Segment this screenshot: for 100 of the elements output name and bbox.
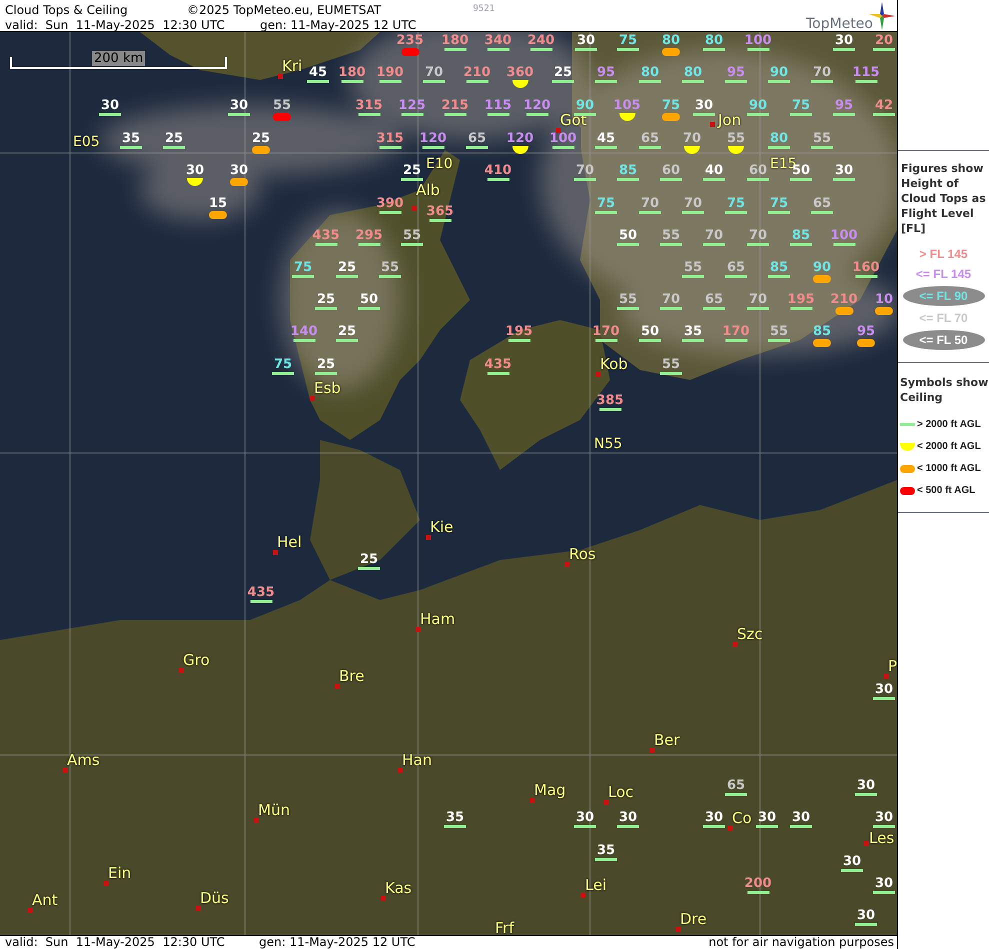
city-label: Mag [534,782,566,799]
legend-heading: Figures show Height of Cloud Tops as Flight Level [FL] [901,161,986,236]
cloud-top-value: 85 [792,228,810,243]
cloud-top-value: 30 [842,854,862,869]
cloud-top-value: 365 [426,204,454,219]
cloud-top-value: 15 [208,196,228,211]
cloud-top-value: 30 [576,810,594,825]
cloud-top-value: 55 [684,260,702,275]
generated-time: gen: 11-May-2025 12 UTC [259,936,416,949]
cloud-top-value: 40 [704,163,724,178]
cloud-top-value: 100 [549,131,577,146]
city-label: Kri [282,58,302,75]
city-label: Frf [495,920,514,935]
cloud-top-value: 75 [274,357,292,372]
grid-label: N55 [594,436,622,452]
cloud-top-value: 25 [316,357,336,372]
chart-title: Cloud Tops & Ceiling [5,2,128,19]
cloud-top-value: 30 [856,778,876,793]
city-label: Han [402,752,432,769]
cloud-top-value: 435 [312,228,340,243]
cloud-top-value: 340 [484,33,512,48]
legend-entry: < 2000 ft AGL [917,440,981,454]
cloud-top-value: 235 [396,33,424,48]
cloud-top-value: 115 [852,65,880,80]
cloud-top-value: 410 [484,163,512,178]
cloud-top-value: 25 [338,324,356,339]
cloud-top-value: 125 [398,98,426,113]
cloud-top-value: 160 [852,260,880,275]
cloud-top-value: 120 [523,98,551,113]
cloud-top-value: 80 [684,65,702,80]
cloud-top-value: 180 [441,33,469,48]
cloud-top-value: 435 [484,357,512,372]
cloud-top-value: 315 [355,98,383,113]
legend-entry: < 1000 ft AGL [917,462,981,476]
city-label: Lei [585,877,606,894]
city-label: Ber [654,732,680,749]
cloud-top-value: 170 [722,324,750,339]
cloud-top-value: 30 [100,98,120,113]
cloud-top-value: 390 [376,196,404,211]
city-label: Got [560,112,587,129]
cloud-top-value: 20 [874,33,894,48]
cloud-top-value: 65 [468,131,486,146]
city-label: Ham [420,611,456,628]
cloud-top-value: 75 [618,33,638,48]
scale-label: 200 km [92,51,146,66]
cloud-top-value: 180 [338,65,366,80]
cloud-top-value: 70 [748,292,768,307]
cloud-top-value: 35 [446,810,464,825]
cloud-top-value: 25 [316,292,336,307]
cloud-top-value: 70 [704,228,724,243]
cloud-top-value: 95 [596,65,616,80]
cloud-top-value: 200 [744,876,772,891]
cloud-top-value: 240 [527,33,555,48]
city-label: Bre [339,668,364,685]
cloud-top-value: 70 [662,292,680,307]
cloud-top-value: 10 [874,292,894,307]
legend-entry: <= FL 50 [919,332,968,348]
cloud-top-value: 25 [164,131,184,146]
cloud-top-value: 120 [506,131,534,146]
cloud-top-value: 25 [252,131,270,146]
city-label: Hel [277,534,302,551]
cloud-top-value: 95 [856,324,876,339]
cloud-top-value: 35 [596,843,616,858]
cloud-top-value: 55 [618,292,638,307]
generated-time: gen: 11-May-2025 12 UTC [260,17,416,34]
city-label: Kob [600,356,628,373]
cloud-top-value: 25 [360,552,378,567]
cloud-top-value: 115 [484,98,512,113]
cloud-top-value: 30 [874,810,894,825]
cloud-top-value: 55 [380,260,400,275]
legend-entry: > 2000 ft AGL [917,418,981,432]
cloud-top-value: 75 [770,196,788,211]
city-label: Ant [32,892,58,909]
city-label: Szc [737,626,763,643]
cloud-top-value: 70 [576,163,594,178]
cloud-top-value: 25 [338,260,356,275]
cloud-top-value: 65 [704,292,724,307]
cloud-top-value: 55 [662,228,680,243]
city-label: Mün [258,802,290,819]
grid-label: E05 [73,134,100,150]
cloud-top-value: 30 [694,98,714,113]
city-label: Ams [67,752,100,769]
city-label: Kie [430,519,454,536]
city-label: Loc [608,784,634,801]
cloud-top-value: 95 [834,98,854,113]
cloud-top-value: 85 [812,324,832,339]
disclaimer-text: not for air navigation purposes [708,936,894,949]
cloud-top-value: 75 [726,196,746,211]
cloud-top-value: 75 [792,98,810,113]
cloud-top-value: 80 [704,33,724,48]
cloud-top-value: 385 [596,393,624,408]
cloud-top-value: 60 [748,163,768,178]
cloud-top-value: 50 [360,292,378,307]
cloud-top-value: 65 [726,778,746,793]
cloud-top-value: 55 [726,131,746,146]
cloud-top-value: 90 [748,98,768,113]
cloud-top-value: 90 [770,65,788,80]
cloud-top-value: 90 [576,98,594,113]
image-number: 9521 [473,3,495,16]
cloud-top-value: 55 [402,228,422,243]
